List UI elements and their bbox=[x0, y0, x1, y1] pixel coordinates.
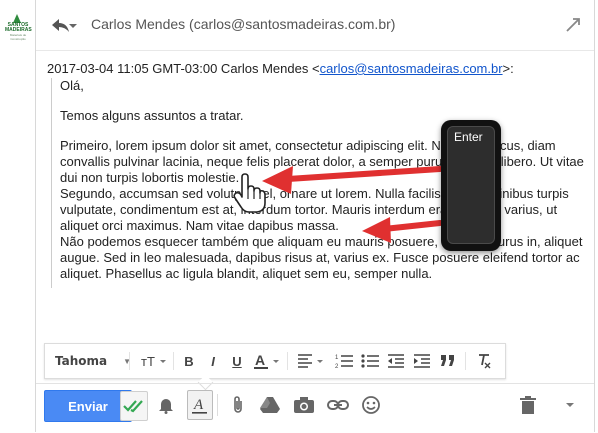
formatting-options-button[interactable]: A bbox=[187, 390, 213, 420]
enter-key-label: Enter bbox=[454, 130, 483, 144]
svg-text:тT: тT bbox=[141, 354, 155, 369]
bold-icon: B bbox=[184, 353, 194, 369]
indent-more-button[interactable] bbox=[411, 344, 433, 378]
quoted-message: Olá, Temos alguns assuntos a tratar. Pri… bbox=[51, 78, 584, 288]
schedule-check-button[interactable] bbox=[120, 391, 148, 421]
quote-line1: Temos alguns assuntos a tratar. bbox=[60, 108, 244, 123]
font-size-icon: тT bbox=[141, 354, 166, 369]
compose-panel: Carlos Mendes (carlos@santosmadeiras.com… bbox=[35, 0, 595, 432]
format-text-icon: A bbox=[192, 397, 207, 414]
numbered-list-icon: 12 bbox=[335, 355, 353, 369]
drive-icon bbox=[260, 397, 280, 413]
quote-button[interactable] bbox=[437, 344, 459, 378]
align-button[interactable] bbox=[295, 344, 327, 378]
underline-button[interactable]: U bbox=[227, 344, 247, 378]
quote-icon bbox=[441, 355, 454, 366]
smiley-icon bbox=[362, 396, 380, 414]
text-color-icon: A bbox=[254, 352, 279, 369]
formatting-toolbar: Tahoma ▼ тT B I U A 12 bbox=[44, 343, 506, 391]
google-drive-button[interactable] bbox=[258, 393, 282, 417]
svg-text:A: A bbox=[193, 397, 204, 413]
indent-less-button[interactable] bbox=[385, 344, 407, 378]
link-icon bbox=[327, 400, 349, 410]
quote-greeting: Olá, bbox=[60, 78, 84, 93]
quote-paragraph-1: Primeiro, lorem ipsum dolor sit amet, co… bbox=[60, 138, 584, 185]
align-left-icon bbox=[298, 354, 323, 368]
paperclip-icon bbox=[234, 396, 242, 413]
bulleted-list-icon bbox=[361, 354, 379, 368]
svg-text:A: A bbox=[255, 352, 265, 368]
quote-date: 2017-03-04 11:05 GMT-03:00 Carlos Mendes… bbox=[47, 61, 320, 76]
quote-header: 2017-03-04 11:05 GMT-03:00 Carlos Mendes… bbox=[47, 61, 514, 76]
logo-line3: Materiais de Construção bbox=[9, 33, 27, 41]
camera-icon bbox=[294, 397, 314, 413]
font-select[interactable]: Tahoma ▼ bbox=[51, 344, 131, 378]
remove-formatting-icon bbox=[479, 354, 491, 369]
insert-photo-button[interactable] bbox=[292, 393, 316, 417]
chevron-down-icon[interactable] bbox=[67, 15, 79, 35]
more-options-button[interactable] bbox=[558, 393, 582, 417]
remove-formatting-button[interactable] bbox=[473, 344, 495, 378]
quote-suffix: >: bbox=[502, 61, 514, 76]
reminder-button[interactable] bbox=[154, 393, 178, 417]
bold-button[interactable]: B bbox=[179, 344, 199, 378]
svg-text:2: 2 bbox=[335, 364, 339, 369]
svg-text:1: 1 bbox=[335, 355, 339, 361]
italic-icon: I bbox=[211, 353, 215, 369]
text-color-button[interactable]: A bbox=[251, 344, 283, 378]
indent-more-icon bbox=[414, 354, 430, 368]
insert-link-button[interactable] bbox=[326, 393, 350, 417]
attach-file-button[interactable] bbox=[226, 393, 250, 417]
insert-emoji-button[interactable] bbox=[359, 393, 383, 417]
compose-header: Carlos Mendes (carlos@santosmadeiras.com… bbox=[36, 0, 594, 51]
bell-icon bbox=[159, 399, 173, 414]
indent-less-icon bbox=[388, 354, 404, 368]
message-body[interactable]: 2017-03-04 11:05 GMT-03:00 Carlos Mendes… bbox=[36, 51, 594, 341]
quote-paragraph-2: Segundo, accumsan sed volutpat vel, orna… bbox=[60, 186, 569, 233]
quote-email-link[interactable]: carlos@santosmadeiras.com.br bbox=[320, 61, 503, 76]
compose-actions: Enviar A bbox=[36, 383, 594, 433]
font-size-button[interactable]: тT bbox=[137, 344, 169, 378]
font-name: Tahoma bbox=[55, 354, 108, 368]
trash-icon bbox=[520, 396, 536, 414]
popout-icon[interactable] bbox=[563, 15, 583, 35]
discard-draft-button[interactable] bbox=[516, 393, 540, 417]
quote-paragraph-3: Não podemos esquecer também que aliquam … bbox=[60, 234, 583, 281]
hand-pointer-icon bbox=[233, 173, 266, 213]
recipient-field[interactable]: Carlos Mendes (carlos@santosmadeiras.com… bbox=[91, 16, 395, 32]
italic-button[interactable]: I bbox=[203, 344, 223, 378]
chevron-down-icon bbox=[566, 403, 574, 407]
send-button[interactable]: Enviar bbox=[44, 390, 132, 422]
double-check-icon bbox=[123, 400, 143, 413]
bulleted-list-button[interactable] bbox=[359, 344, 381, 378]
company-logo: SANTOS MADEIRAS Materiais de Construção bbox=[4, 14, 32, 41]
numbered-list-button[interactable]: 12 bbox=[333, 344, 355, 378]
enter-key-graphic: Enter bbox=[441, 120, 501, 251]
underline-icon: U bbox=[232, 353, 242, 369]
